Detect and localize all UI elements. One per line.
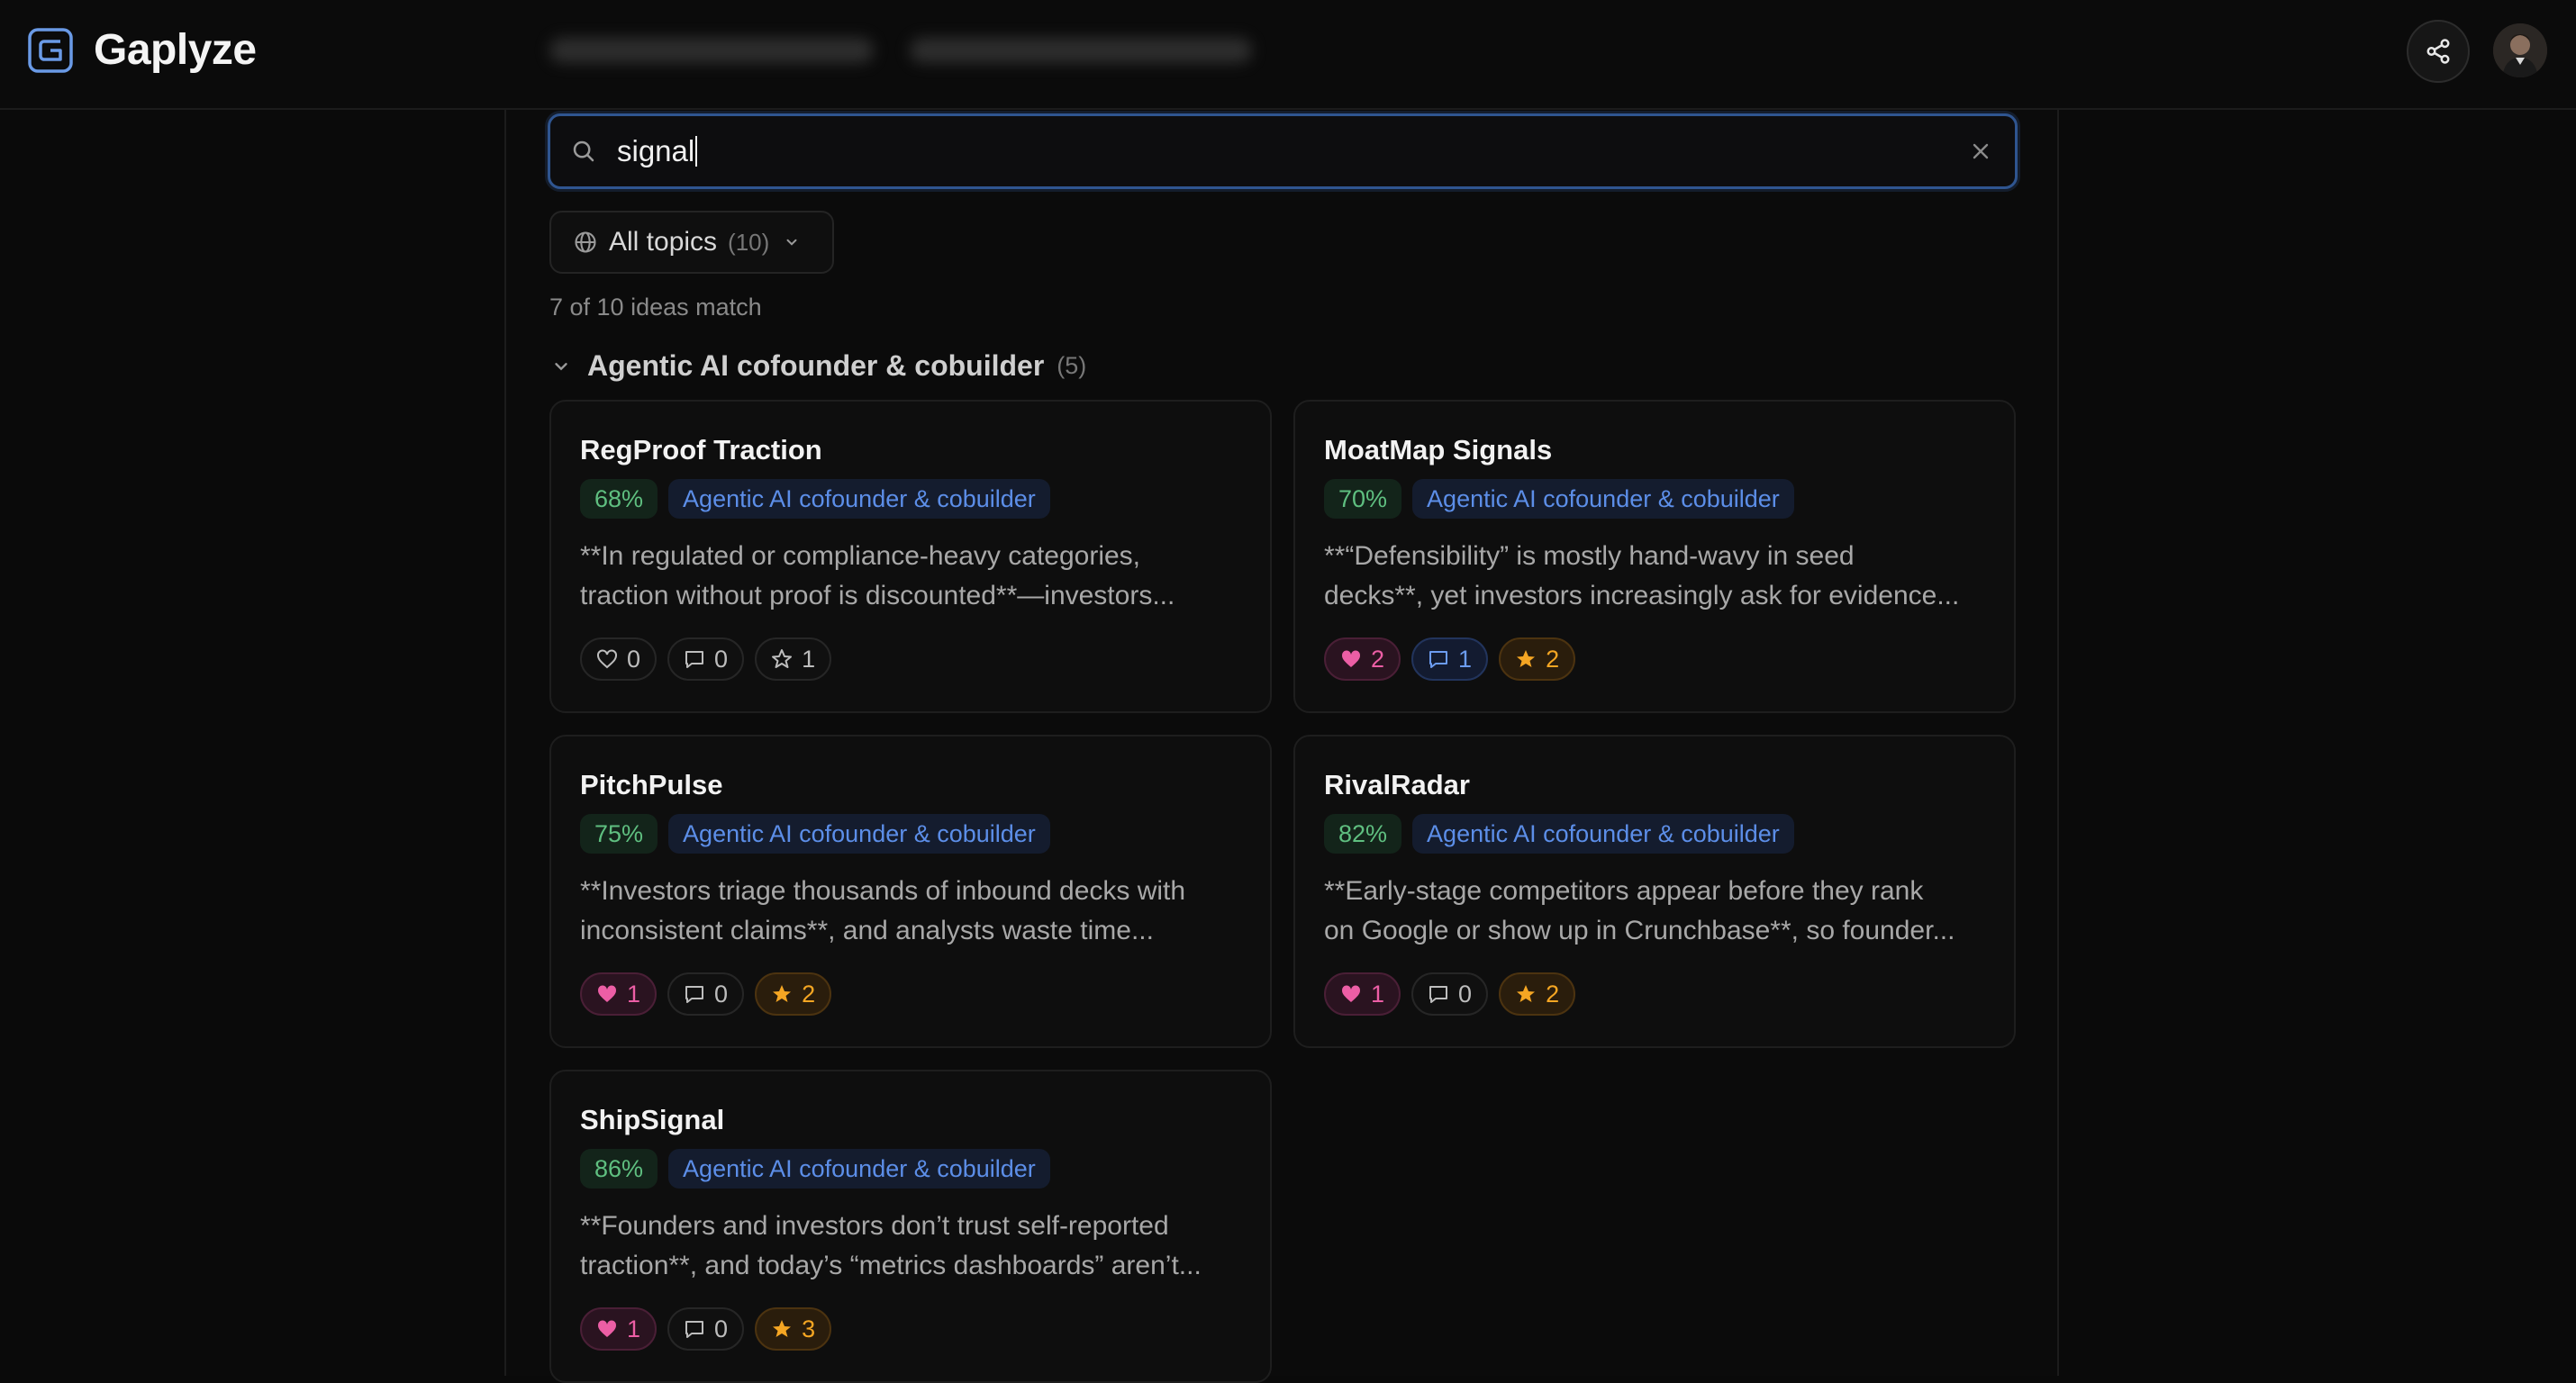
- idea-card[interactable]: RivalRadar 82% Agentic AI cofounder & co…: [1293, 735, 2016, 1048]
- idea-title[interactable]: RegProof Traction: [580, 434, 822, 466]
- star-button[interactable]: 3: [755, 1307, 832, 1351]
- idea-card[interactable]: ShipSignal 86% Agentic AI cofounder & co…: [549, 1070, 1272, 1383]
- score-badge: 68%: [580, 479, 658, 519]
- chevron-down-icon: [786, 239, 797, 246]
- gaplyze-logo-icon[interactable]: [27, 27, 74, 74]
- comment-icon: [685, 986, 704, 1003]
- score-badge: 82%: [1324, 814, 1402, 854]
- star-icon: [773, 1320, 792, 1337]
- share-button[interactable]: [2407, 20, 2470, 83]
- comment-icon: [685, 651, 704, 668]
- chevron-down-icon: [555, 362, 567, 370]
- star-button[interactable]: 2: [755, 972, 832, 1016]
- brand-name[interactable]: Gaplyze: [94, 25, 257, 75]
- topic-badge[interactable]: Agentic AI cofounder & cobuilder: [668, 1149, 1050, 1189]
- like-button[interactable]: 1: [580, 972, 658, 1016]
- group-count: (5): [1057, 352, 1087, 379]
- comment-icon: [1429, 651, 1448, 668]
- idea-description: **“Defensibility” is mostly hand-wavy in…: [1324, 541, 1960, 610]
- idea-description: **Investors triage thousands of inbound …: [580, 876, 1186, 945]
- top-bar: Gaplyze: [0, 0, 2576, 110]
- comment-icon: [1429, 986, 1448, 1003]
- score-badge: 70%: [1324, 479, 1402, 519]
- comment-count: 0: [1458, 980, 1473, 1008]
- topic-badge[interactable]: Agentic AI cofounder & cobuilder: [1412, 814, 1794, 854]
- heart-icon: [597, 985, 617, 1002]
- like-button[interactable]: 2: [1324, 637, 1401, 681]
- group-title: Agentic AI cofounder & cobuilder: [587, 349, 1045, 382]
- star-icon: [1517, 650, 1536, 667]
- score-badge: 75%: [580, 814, 658, 854]
- comment-button[interactable]: 0: [667, 1307, 745, 1351]
- idea-title[interactable]: ShipSignal: [580, 1104, 724, 1136]
- topic-badge[interactable]: Agentic AI cofounder & cobuilder: [668, 479, 1050, 519]
- like-button[interactable]: 1: [580, 1307, 658, 1351]
- match-count: 7 of 10 ideas match: [549, 294, 762, 321]
- search-value[interactable]: signal: [617, 134, 698, 168]
- search-input[interactable]: signal: [548, 113, 2018, 189]
- heart-icon: [597, 1320, 617, 1337]
- text-caret: [695, 136, 698, 167]
- star-button[interactable]: 2: [1499, 637, 1576, 681]
- comment-count: 0: [714, 1315, 729, 1342]
- score-badge: 86%: [580, 1149, 658, 1189]
- topic-badge[interactable]: Agentic AI cofounder & cobuilder: [1412, 479, 1794, 519]
- group-header[interactable]: Agentic AI cofounder & cobuilder (5): [551, 349, 1086, 383]
- star-count: 2: [1546, 645, 1560, 673]
- heart-icon: [1341, 985, 1361, 1002]
- blurred-tab[interactable]: [549, 38, 874, 63]
- search-icon: [573, 140, 594, 162]
- like-button[interactable]: 1: [1324, 972, 1401, 1016]
- idea-title[interactable]: PitchPulse: [580, 769, 723, 801]
- share-icon: [2426, 39, 2450, 64]
- star-icon: [772, 649, 793, 668]
- star-icon: [773, 985, 792, 1002]
- idea-description: **Early-stage competitors appear before …: [1324, 876, 1955, 945]
- heart-icon: [597, 649, 617, 669]
- filter-count: (10): [728, 228, 770, 256]
- blurred-tabs: [549, 23, 1252, 77]
- star-icon: [1517, 985, 1536, 1002]
- comment-icon: [685, 1321, 704, 1338]
- like-count: 2: [1371, 645, 1385, 673]
- star-button[interactable]: 2: [1499, 972, 1576, 1016]
- like-count: 1: [627, 1315, 641, 1342]
- idea-card[interactable]: PitchPulse 75% Agentic AI cofounder & co…: [549, 735, 1272, 1048]
- star-count: 2: [1546, 980, 1560, 1008]
- globe-icon: [575, 231, 596, 253]
- like-count: 1: [627, 980, 641, 1008]
- comment-count: 0: [714, 980, 729, 1008]
- comment-count: 0: [714, 645, 729, 673]
- idea-description: **Founders and investors don’t trust sel…: [580, 1211, 1202, 1280]
- comment-button[interactable]: 0: [1411, 972, 1489, 1016]
- like-count: 0: [627, 645, 641, 673]
- idea-title[interactable]: MoatMap Signals: [1324, 434, 1552, 466]
- comment-button[interactable]: 0: [667, 972, 745, 1016]
- idea-card[interactable]: MoatMap Signals 70% Agentic AI cofounder…: [1293, 400, 2016, 713]
- user-avatar-icon: [2493, 23, 2547, 77]
- filter-label: All topics: [609, 227, 718, 257]
- idea-card[interactable]: RegProof Traction 68% Agentic AI cofound…: [549, 400, 1272, 713]
- close-icon[interactable]: [1970, 140, 1991, 162]
- star-count: 1: [802, 645, 816, 673]
- like-count: 1: [1371, 980, 1385, 1008]
- like-button[interactable]: 0: [580, 637, 658, 681]
- star-button[interactable]: 1: [755, 637, 832, 681]
- idea-description: **In regulated or compliance-heavy categ…: [580, 541, 1175, 610]
- topic-filter-dropdown[interactable]: All topics (10): [549, 211, 834, 274]
- blurred-tab[interactable]: [910, 38, 1252, 63]
- avatar[interactable]: [2493, 23, 2547, 77]
- star-count: 2: [802, 980, 816, 1008]
- heart-icon: [1341, 650, 1361, 667]
- topic-badge[interactable]: Agentic AI cofounder & cobuilder: [668, 814, 1050, 854]
- comment-button[interactable]: 1: [1411, 637, 1489, 681]
- comment-count: 1: [1458, 645, 1473, 673]
- comment-button[interactable]: 0: [667, 637, 745, 681]
- star-count: 3: [802, 1315, 816, 1342]
- idea-title[interactable]: RivalRadar: [1324, 769, 1470, 801]
